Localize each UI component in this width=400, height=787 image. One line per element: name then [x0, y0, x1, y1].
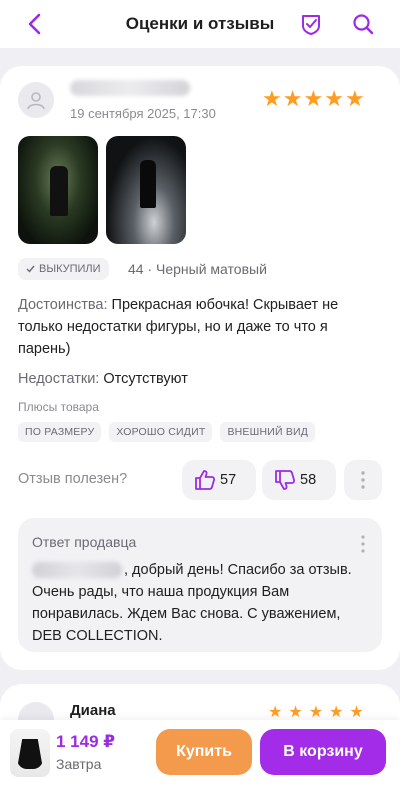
- star-icon: ★: [349, 704, 364, 721]
- star-icon: ★: [288, 704, 303, 721]
- verified-reviews-button[interactable]: [296, 9, 326, 39]
- review-card: 19 сентября 2025, 17:30 ★ ★ ★ ★ ★ ВЫКУПИЛИ 4…: [0, 66, 400, 670]
- useful-label: Отзыв полезен?: [18, 471, 128, 487]
- star-icon: ★: [268, 704, 283, 721]
- product-price: 1 149 ₽: [56, 732, 116, 751]
- thumbs-up-icon: [195, 470, 216, 490]
- top-bar: Оценки и отзывы: [0, 0, 400, 48]
- cons-text: Недостатки: Отсутствуют: [18, 368, 382, 390]
- buy-button[interactable]: Купить: [156, 729, 252, 775]
- more-options-button[interactable]: [344, 460, 382, 500]
- chevron-left-icon: [28, 13, 41, 35]
- more-vertical-icon: [361, 535, 365, 553]
- review-photo[interactable]: [18, 136, 98, 244]
- pluses-tags: ПО РАЗМЕРУ ХОРОШО СИДИТ ВНЕШНИЙ ВИД: [18, 422, 316, 442]
- seller-reply: Ответ продавца , добрый день! Спасибо за…: [18, 518, 382, 652]
- tag: ХОРОШО СИДИТ: [109, 422, 213, 442]
- review-date: 19 сентября 2025, 17:30: [70, 106, 216, 121]
- checkmark-icon: [26, 265, 35, 273]
- more-vertical-icon: [361, 471, 365, 489]
- badge-label: ВЫКУПИЛИ: [39, 263, 101, 275]
- back-button[interactable]: [18, 8, 50, 40]
- pluses-title: Плюсы товара: [18, 400, 99, 414]
- review-photo[interactable]: [106, 136, 186, 244]
- star-icon: ★: [329, 704, 344, 721]
- rating-stars: ★ ★ ★ ★ ★: [268, 702, 364, 722]
- purchase-bar: 1 149 ₽ Завтра Купить В корзину: [0, 720, 400, 787]
- page-title: Оценки и отзывы: [125, 14, 275, 33]
- search-icon: [353, 14, 374, 35]
- cons-label: Недостатки:: [18, 371, 100, 387]
- like-button[interactable]: 57: [182, 460, 256, 500]
- author-name-blurred: [70, 80, 190, 96]
- like-count: 57: [220, 472, 237, 488]
- delivery-date: Завтра: [56, 756, 102, 772]
- avatar: [18, 82, 54, 118]
- tag: ПО РАЗМЕРУ: [18, 422, 102, 442]
- star-icon: ★: [308, 704, 324, 721]
- cons-body: Отсутствуют: [103, 371, 188, 387]
- product-thumbnail[interactable]: [10, 729, 50, 777]
- star-icon: ★: [324, 86, 344, 111]
- star-icon: ★: [344, 86, 365, 111]
- dislike-button[interactable]: 58: [262, 460, 336, 500]
- search-button[interactable]: [348, 9, 378, 39]
- seller-reply-text: , добрый день! Спасибо за отзыв. Очень р…: [32, 562, 352, 644]
- add-to-cart-button[interactable]: В корзину: [260, 729, 386, 775]
- pros-label: Достоинства:: [18, 297, 108, 313]
- tag: ВНЕШНИЙ ВИД: [220, 422, 316, 442]
- seller-reply-title: Ответ продавца: [32, 534, 137, 550]
- dislike-count: 58: [300, 472, 317, 488]
- star-icon: ★: [262, 86, 282, 111]
- star-icon: ★: [282, 86, 303, 111]
- user-icon: [27, 92, 45, 110]
- reply-more-button[interactable]: [356, 532, 370, 556]
- star-icon: ★: [303, 86, 324, 111]
- author-name: Диана: [70, 702, 116, 719]
- purchased-badge: ВЫКУПИЛИ: [18, 258, 109, 280]
- rating-stars: ★ ★ ★ ★ ★: [262, 88, 365, 110]
- product-variant: 44 · Черный матовый: [128, 261, 267, 277]
- shield-check-icon: [302, 15, 320, 35]
- pros-text: Достоинства: Прекрасная юбочка! Скрывает…: [18, 294, 382, 360]
- thumbs-down-icon: [275, 470, 296, 490]
